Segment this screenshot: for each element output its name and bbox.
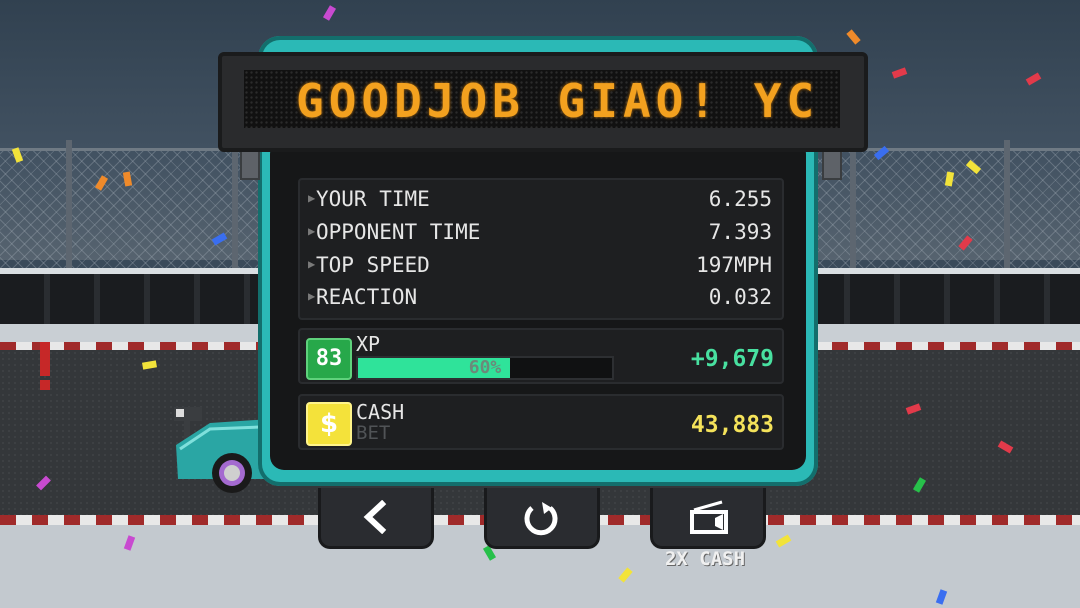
back-button[interactable] <box>318 488 434 549</box>
double-cash-caption: 2X CASH <box>664 548 746 570</box>
xp-progress-bar: 60% <box>356 356 614 380</box>
bullet-arrow-icon: ▶ <box>308 257 316 271</box>
bet-label: BET <box>356 422 391 444</box>
double-cash-ad-button[interactable] <box>650 488 766 549</box>
xp-progress-text: 60% <box>468 357 502 378</box>
stat-value: 7.393 <box>708 220 772 244</box>
stat-value: 6.255 <box>708 187 772 211</box>
stat-label: REACTION <box>316 285 418 309</box>
stat-row-your-time: ▶ YOUR TIME 6.255 <box>306 184 776 214</box>
fence-pole <box>1004 140 1010 280</box>
xp-gain-value: +9,679 <box>690 346 774 372</box>
stat-row-opponent-time: ▶ OPPONENT TIME 7.393 <box>306 217 776 247</box>
stat-label: OPPONENT TIME <box>316 220 481 244</box>
xp-label: XP <box>356 332 381 356</box>
led-banner-screen: GOODJOB GIAO! YC <box>244 70 840 128</box>
bullet-arrow-icon: ▶ <box>308 224 316 238</box>
refresh-icon <box>524 502 558 536</box>
xp-level-badge: 83 <box>306 338 352 380</box>
led-banner-sign: GOODJOB GIAO! YC <box>218 52 868 152</box>
stat-row-reaction: ▶ REACTION 0.032 <box>306 282 776 312</box>
xp-reward-box: 83 XP 60% +9,679 <box>298 328 784 384</box>
bullet-arrow-icon: ▶ <box>308 289 316 303</box>
stat-value: 0.032 <box>708 285 772 309</box>
stat-value: 197MPH <box>696 253 772 277</box>
banner-message: GOODJOB GIAO! YC <box>296 74 820 128</box>
warning-exclamation-icon <box>40 342 50 390</box>
cash-reward-box: $ CASH BET 43,883 <box>298 394 784 450</box>
cash-label: CASH <box>356 400 405 424</box>
fence-pole <box>850 140 856 280</box>
cash-value: 43,883 <box>690 412 774 438</box>
stat-label: TOP SPEED <box>316 253 430 277</box>
race-stats-box: ▶ YOUR TIME 6.255 ▶ OPPONENT TIME 7.393 … <box>298 178 784 320</box>
restart-race-button[interactable] <box>484 488 600 549</box>
dollar-icon: $ <box>306 402 352 446</box>
fence-pole <box>66 140 72 280</box>
fence-pole <box>232 140 238 280</box>
chevron-left-icon <box>363 500 387 534</box>
stat-label: YOUR TIME <box>316 187 430 211</box>
stat-row-top-speed: ▶ TOP SPEED 197MPH <box>306 250 776 280</box>
tv-ad-icon <box>690 500 728 534</box>
bullet-arrow-icon: ▶ <box>308 191 316 205</box>
